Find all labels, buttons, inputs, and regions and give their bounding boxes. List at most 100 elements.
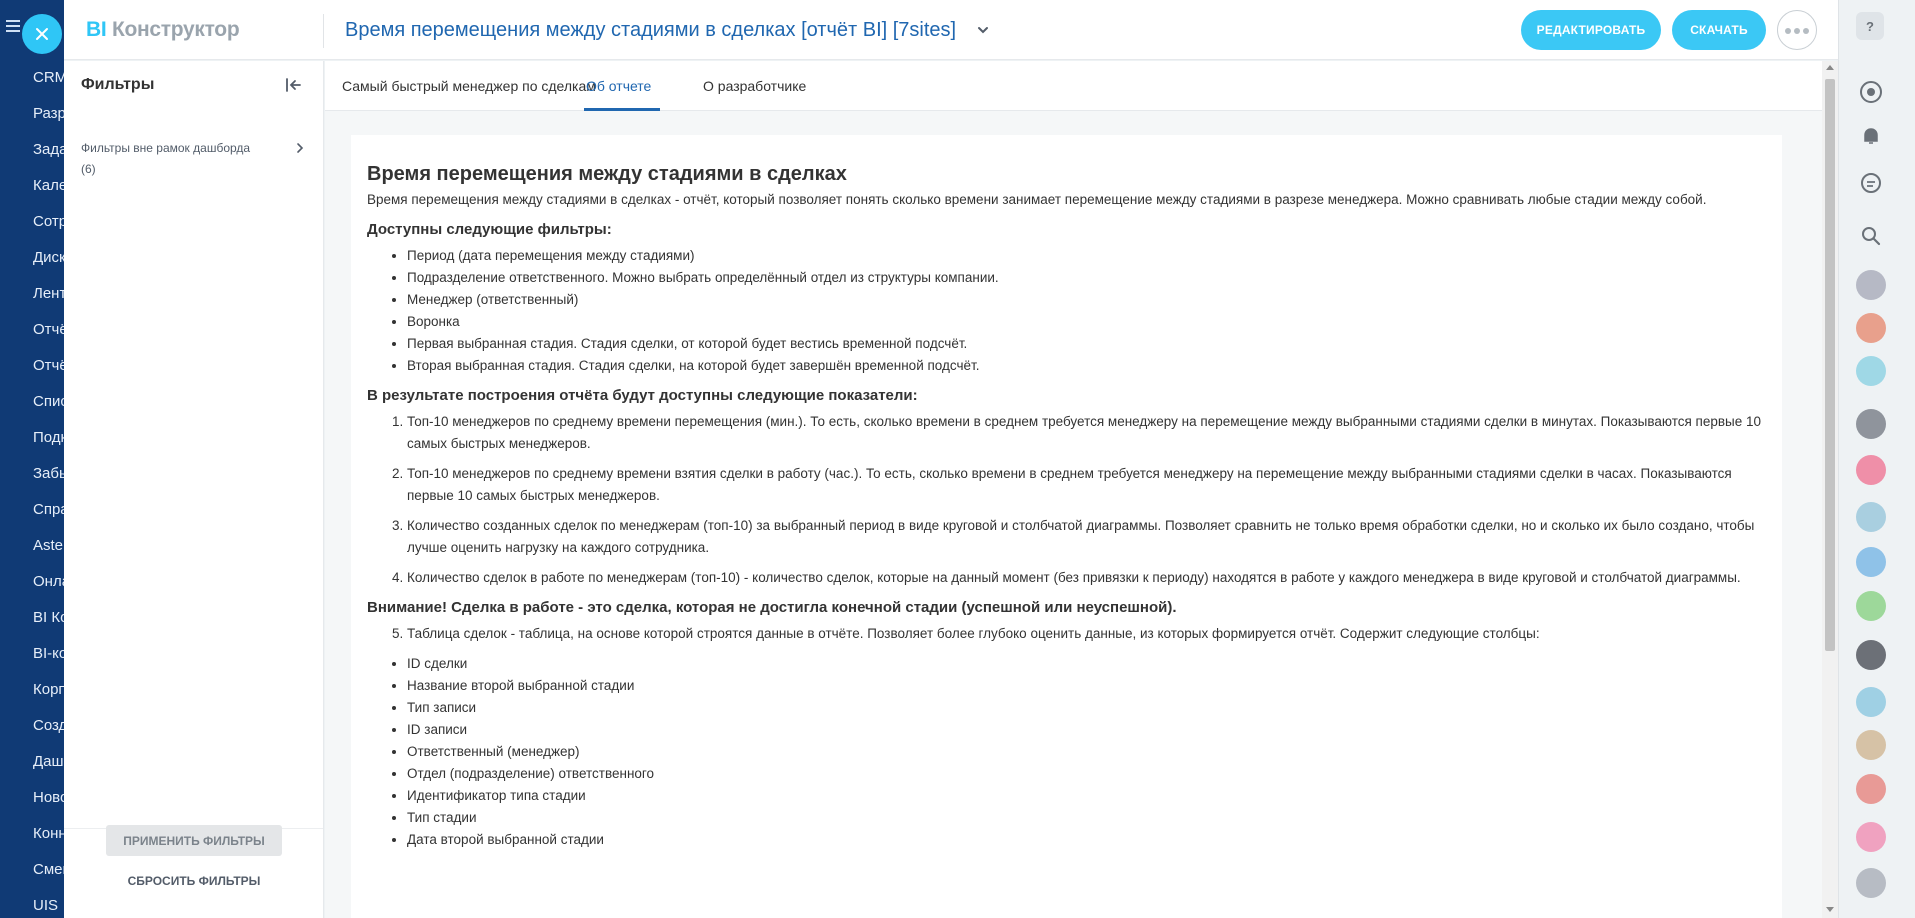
filters-title: Фильтры (81, 76, 155, 93)
filter-group-outside-dashboard[interactable]: Фильтры вне рамок дашборда (6) (81, 138, 311, 180)
nav-item[interactable]: Отчё (33, 352, 64, 388)
nav-item[interactable]: Подк (33, 424, 64, 460)
filter-sidebar: Фильтры Фильтры вне рамок дашборда (6) П… (64, 61, 324, 918)
nav-item[interactable]: UIS (33, 892, 64, 918)
nav-item[interactable]: Созд (33, 712, 64, 748)
apply-filters-button[interactable]: ПРИМЕНИТЬ ФИЛЬТРЫ (106, 825, 282, 856)
close-icon (36, 28, 48, 40)
menu-icon[interactable] (6, 20, 22, 34)
list-item: Воронка (407, 311, 1767, 333)
top-bar: BI Конструктор Время перемещения между с… (64, 0, 1838, 60)
avatar[interactable] (1856, 687, 1886, 717)
nav-item[interactable]: Даш (33, 748, 64, 784)
list-item: Тип стадии (407, 807, 1767, 829)
nav-item[interactable]: Диск (33, 244, 64, 280)
list-item: Количество созданных сделок по менеджера… (407, 515, 1767, 559)
nav-item[interactable]: BI Ко (33, 604, 64, 640)
avatar[interactable] (1856, 502, 1886, 532)
avatar[interactable] (1856, 270, 1886, 300)
nav-item[interactable]: Разр (33, 100, 64, 136)
avatar[interactable] (1856, 591, 1886, 621)
reset-filters-button[interactable]: СБРОСИТЬ ФИЛЬТРЫ (106, 871, 282, 891)
nav-item[interactable]: Смен (33, 856, 64, 892)
nav-item[interactable]: Кале (33, 172, 64, 208)
nav-item[interactable]: Ново (33, 784, 64, 820)
content-scrollbar[interactable] (1822, 61, 1838, 918)
scroll-down-arrow-icon[interactable] (1826, 907, 1834, 912)
avatar[interactable] (1856, 730, 1886, 760)
edit-button[interactable]: РЕДАКТИРОВАТЬ (1521, 10, 1661, 50)
report-description-card: Время перемещения между стадиями в сделк… (351, 135, 1782, 918)
chevron-down-icon[interactable] (976, 23, 990, 37)
list-item: Таблица сделок - таблица, на основе кото… (407, 623, 1767, 645)
list-item: Отдел (подразделение) ответственного (407, 763, 1767, 785)
avatar[interactable] (1856, 409, 1886, 439)
nav-item[interactable]: BI-ко (33, 640, 64, 676)
list-item: Название второй выбранной стадии (407, 675, 1767, 697)
main-panel: BI Конструктор Время перемещения между с… (64, 0, 1838, 918)
avatar[interactable] (1856, 822, 1886, 852)
right-rail: ? (1838, 0, 1915, 918)
list-item: Менеджер (ответственный) (407, 289, 1767, 311)
collapse-sidebar-icon[interactable] (284, 75, 304, 95)
nav-item[interactable]: Забы (33, 460, 64, 496)
list-item: Топ-10 менеджеров по среднему времени пе… (407, 411, 1767, 455)
nav-item[interactable]: Конн (33, 820, 64, 856)
list-item: ID сделки (407, 653, 1767, 675)
avatar[interactable] (1856, 640, 1886, 670)
nav-item[interactable]: CRM (33, 64, 64, 100)
avatar[interactable] (1856, 868, 1886, 898)
more-button[interactable] (1777, 10, 1817, 50)
nav-item[interactable]: Онла (33, 568, 64, 604)
scroll-up-arrow-icon[interactable] (1826, 65, 1834, 70)
bell-icon[interactable] (1857, 122, 1885, 150)
list-item: Ответственный (менеджер) (407, 741, 1767, 763)
list-item: Дата второй выбранной стадии (407, 829, 1767, 851)
chat-icon[interactable] (1857, 170, 1885, 198)
list-item: Топ-10 менеджеров по среднему времени вз… (407, 463, 1767, 507)
search-icon[interactable] (1857, 222, 1885, 250)
list-item: Количество сделок в работе по менеджерам… (407, 567, 1767, 589)
nav-item[interactable]: Aster (33, 532, 64, 568)
avatar[interactable] (1856, 547, 1886, 577)
nav-item[interactable]: Сотр (33, 208, 64, 244)
nav-item[interactable]: Зада (33, 136, 64, 172)
nav-item[interactable]: Спра (33, 496, 64, 532)
tab-about-report[interactable]: Об отчете (586, 78, 651, 94)
left-navigation: CRM Разр Зада Кале Сотр Диск Лент Отчё О… (0, 0, 64, 918)
list-item: Идентификатор типа стадии (407, 785, 1767, 807)
nav-item[interactable]: Корп (33, 676, 64, 712)
nav-item[interactable]: Лент (33, 280, 64, 316)
help-icon[interactable]: ? (1856, 12, 1884, 40)
list-item: ID записи (407, 719, 1767, 741)
download-button[interactable]: СКАЧАТЬ (1672, 10, 1766, 50)
tab-about-developer[interactable]: О разработчике (703, 78, 806, 94)
brand-name: Конструктор (111, 18, 240, 41)
avatar[interactable] (1856, 313, 1886, 343)
brand-logo: BI Конструктор (86, 18, 240, 42)
scrollbar-thumb[interactable] (1825, 79, 1835, 651)
divider (323, 14, 324, 48)
filter-group-label: Фильтры вне рамок дашборда (6) (81, 141, 251, 176)
filters-heading: Доступны следующие фильтры: (367, 221, 612, 238)
close-slider-button[interactable] (22, 14, 62, 54)
list-item: Подразделение ответственного. Можно выбр… (407, 267, 1767, 289)
list-item: Вторая выбранная стадия. Стадия сделки, … (407, 355, 1767, 377)
page-title[interactable]: Время перемещения между стадиями в сделк… (345, 19, 956, 42)
metrics-heading: В результате построения отчёта будут дос… (367, 387, 918, 404)
nav-item[interactable]: Спис (33, 388, 64, 424)
nav-item[interactable]: Отчё (33, 316, 64, 352)
report-heading: Время перемещения между стадиями в сделк… (367, 163, 847, 185)
list-item: Период (дата перемещения между стадиями) (407, 245, 1767, 267)
chevron-right-icon (297, 143, 304, 153)
left-nav-list: CRM Разр Зада Кале Сотр Диск Лент Отчё О… (33, 64, 64, 918)
avatar[interactable] (1856, 774, 1886, 804)
warning-heading: Внимание! Сделка в работе - это сделка, … (367, 599, 1177, 616)
tab-fastest-manager[interactable]: Самый быстрый менеджер по сделкам (342, 78, 596, 94)
avatar[interactable] (1856, 455, 1886, 485)
avatar[interactable] (1856, 356, 1886, 386)
list-item: Первая выбранная стадия. Стадия сделки, … (407, 333, 1767, 355)
copilot-icon[interactable] (1857, 78, 1885, 106)
report-intro: Время перемещения между стадиями в сделк… (367, 192, 1707, 207)
table-item-list: Таблица сделок - таблица, на основе кото… (407, 623, 1767, 645)
